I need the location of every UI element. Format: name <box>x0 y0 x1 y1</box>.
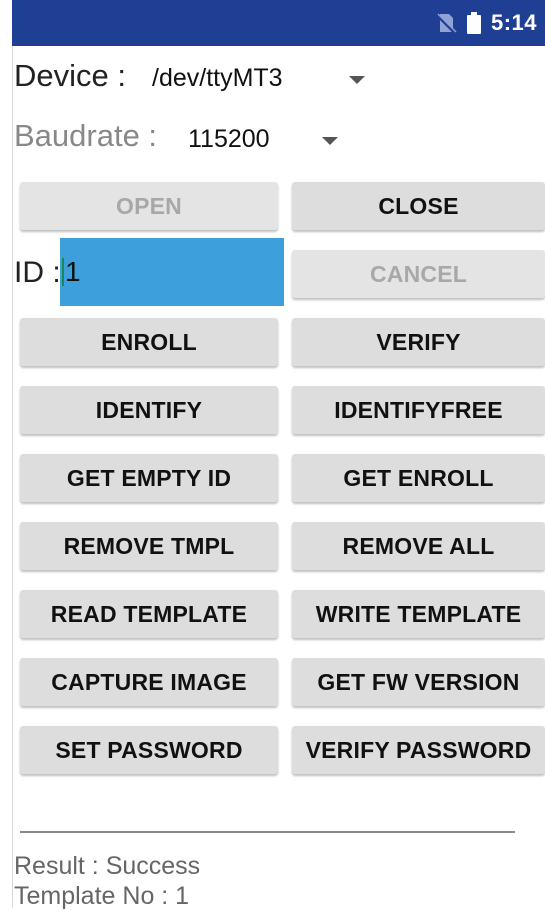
write-template-button[interactable]: WRITE TEMPLATE <box>292 590 545 638</box>
battery-icon <box>466 12 481 34</box>
template-no-text: Template No : 1 <box>14 882 190 910</box>
clock: 5:14 <box>490 10 537 35</box>
verify-password-button[interactable]: VERIFY PASSWORD <box>292 726 545 774</box>
cancel-button[interactable]: CANCEL <box>292 250 545 298</box>
result-text: Result : Success <box>14 852 201 880</box>
status-icons: 5:14 <box>435 0 537 46</box>
capture-image-button[interactable]: CAPTURE IMAGE <box>20 658 278 706</box>
enroll-button[interactable]: ENROLL <box>20 318 278 366</box>
no-sim-icon <box>435 13 457 34</box>
id-value: 1 <box>65 256 81 287</box>
get-empty-id-button[interactable]: GET EMPTY ID <box>20 454 278 502</box>
set-password-button[interactable]: SET PASSWORD <box>20 726 278 774</box>
baudrate-label: Baudrate : <box>14 118 158 153</box>
open-button[interactable]: OPEN <box>20 182 278 230</box>
identify-button[interactable]: IDENTIFY <box>20 386 278 434</box>
status-bar: 5:14 <box>12 0 545 46</box>
id-input[interactable]: 1 <box>60 238 284 306</box>
text-cursor <box>62 258 64 286</box>
baudrate-spinner[interactable]: 115200 <box>188 125 270 154</box>
read-template-button[interactable]: READ TEMPLATE <box>20 590 278 638</box>
device-dropdown-icon[interactable] <box>349 76 365 84</box>
identifyfree-button[interactable]: IDENTIFYFREE <box>292 386 545 434</box>
remove-tmpl-button[interactable]: REMOVE TMPL <box>20 522 278 570</box>
remove-all-button[interactable]: REMOVE ALL <box>292 522 545 570</box>
get-enroll-button[interactable]: GET ENROLL <box>292 454 545 502</box>
device-spinner[interactable]: /dev/ttyMT3 <box>152 64 283 93</box>
get-fw-version-button[interactable]: GET FW VERSION <box>292 658 545 706</box>
divider <box>20 831 515 833</box>
verify-button[interactable]: VERIFY <box>292 318 545 366</box>
window-edge <box>0 0 13 908</box>
device-label: Device : <box>14 58 126 93</box>
close-button[interactable]: CLOSE <box>292 182 545 230</box>
id-label: ID : <box>14 256 61 289</box>
baudrate-dropdown-icon[interactable] <box>322 137 338 145</box>
